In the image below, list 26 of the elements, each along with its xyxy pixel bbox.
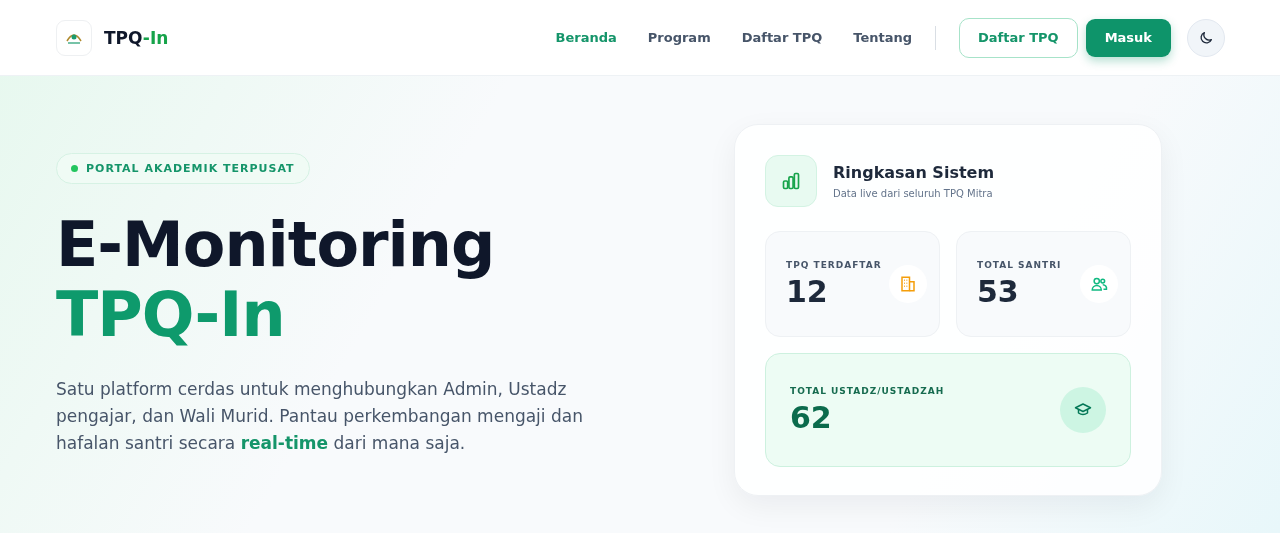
graduation-cap-icon [1060,387,1106,433]
stat-label: TOTAL USTADZ/USTADZAH [790,385,945,396]
hero-title-accent: TPQ-In [56,280,285,350]
building-icon [889,265,927,303]
nav-link[interactable]: Program [647,30,711,45]
login-button[interactable]: Masuk [1085,18,1171,57]
stat-value: 62 [790,399,833,435]
summary-title: Ringkasan Sistem [833,163,995,182]
nav-link[interactable]: Daftar TPQ [741,30,823,45]
summary-subtitle: Data live dari seluruh TPQ Mitra [833,188,994,199]
logo-icon [56,19,92,56]
brand-name[interactable]: TPQ-In [104,27,169,48]
hero-description: Satu platform cerdas untuk menghubungkan Admin, Ustadz pengajar, dan Wali Murid. Pantau perkembangan mengaji dan hafalan santri secara real-time dari mana saja. [56,378,584,455]
stat-label: TPQ TERDAFTAR [786,259,882,270]
register-button[interactable]: Daftar TPQ [959,17,1078,58]
bar-chart-icon [765,155,817,207]
theme-toggle-button[interactable] [1187,18,1225,57]
hero-title: E-Monitoring [56,210,496,280]
users-icon [1080,265,1118,303]
stat-value: 53 [977,273,1020,309]
stat-label: TOTAL SANTRI [977,259,1062,270]
stat-value: 12 [786,273,829,309]
nav-link[interactable]: Beranda [555,30,617,45]
moon-icon [1198,29,1214,46]
nav-link[interactable]: Tentang [853,30,913,45]
badge: PORTAL AKADEMIK TERPUSAT [56,153,310,184]
